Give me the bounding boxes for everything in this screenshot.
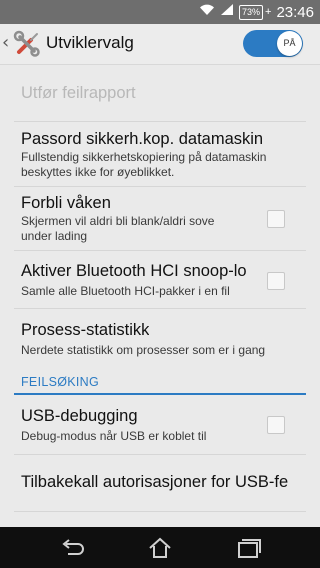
item-subtitle: Samle alle Bluetooth HCI-pakker i en fil	[21, 284, 230, 298]
signal-icon	[220, 3, 234, 21]
list-item-process-stats[interactable]: Prosess-statistikk Nerdete statistikk om…	[0, 309, 320, 365]
list-item-bluetooth-hci[interactable]: Aktiver Bluetooth HCI snoop-logg Samle a…	[0, 251, 320, 308]
screen: 73% + 23:46 ‹ Utviklervalg PÅ Utfør feil…	[0, 0, 320, 568]
list-item-revoke-usb-auth[interactable]: Tilbakekall autorisasjoner for USB-feils…	[0, 455, 320, 511]
battery-icon: 73%	[239, 4, 264, 20]
status-bar: 73% + 23:46	[0, 0, 320, 24]
toggle-knob: PÅ	[277, 31, 302, 56]
item-subtitle: Nerdete statistikk om prosesser som er i…	[21, 343, 266, 357]
back-chevron-icon[interactable]: ‹	[2, 32, 9, 53]
item-title: Passord sikkerh.kop. datamaskin	[21, 130, 264, 148]
usb-debugging-checkbox[interactable]	[267, 416, 285, 434]
wifi-icon	[199, 3, 215, 21]
navigation-bar	[0, 527, 320, 568]
item-subtitle: Skjermen vil aldri bli blank/aldri sove …	[21, 214, 215, 243]
item-subtitle: Fullstendig sikkerhetskopiering på datam…	[21, 150, 267, 179]
charging-icon: +	[265, 6, 272, 18]
item-subtitle: Debug-modus når USB er koblet til	[21, 429, 207, 443]
item-title: USB-debugging	[21, 407, 138, 425]
divider	[14, 511, 306, 512]
developer-options-toggle[interactable]: PÅ	[243, 30, 303, 57]
battery-level: 73%	[242, 6, 261, 17]
page-title: Utviklervalg	[46, 33, 134, 52]
list-item-backup-password[interactable]: Passord sikkerh.kop. datamaskin Fullsten…	[0, 122, 320, 186]
item-title: Tilbakekall autorisasjoner for USB-feils…	[21, 473, 289, 491]
item-title: Forbli våken	[21, 194, 111, 212]
item-title: Aktiver Bluetooth HCI snoop-logg	[21, 262, 246, 280]
action-bar: ‹ Utviklervalg PÅ	[0, 24, 320, 65]
bluetooth-hci-checkbox[interactable]	[267, 272, 285, 290]
stay-awake-checkbox[interactable]	[267, 210, 285, 228]
list-item-usb-debugging[interactable]: USB-debugging Debug-modus når USB er kob…	[0, 396, 320, 454]
section-divider	[14, 393, 306, 395]
home-icon[interactable]	[146, 535, 174, 561]
item-title: Utfør feilrapport	[21, 84, 136, 102]
back-icon[interactable]	[58, 535, 86, 561]
developer-tools-icon[interactable]	[13, 30, 41, 58]
section-header-debugging: FEILSØKING	[21, 375, 100, 389]
recents-icon[interactable]	[234, 535, 262, 561]
list-item-stay-awake[interactable]: Forbli våken Skjermen vil aldri bli blan…	[0, 187, 320, 250]
status-icons: 73% + 23:46	[199, 0, 314, 24]
status-time: 23:46	[276, 3, 314, 21]
list-item-bug-report[interactable]: Utfør feilrapport	[0, 65, 320, 121]
item-title: Prosess-statistikk	[21, 321, 150, 339]
